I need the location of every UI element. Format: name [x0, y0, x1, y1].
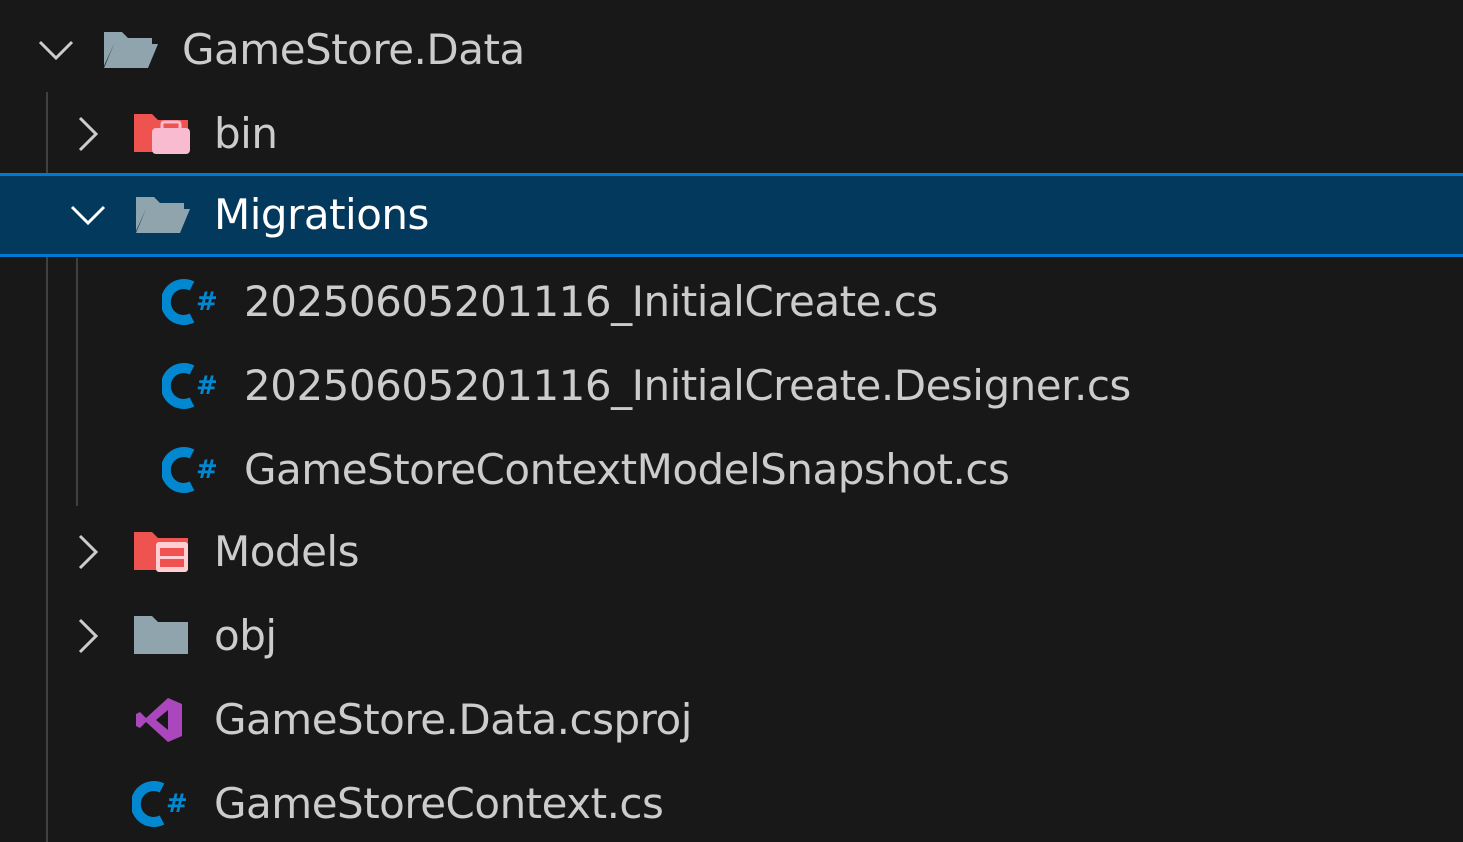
visual-studio-project-icon: [132, 694, 192, 742]
chevron-down-icon[interactable]: [66, 193, 110, 237]
tree-row-bin[interactable]: bin: [0, 92, 1463, 176]
chevron-right-icon[interactable]: [66, 112, 110, 156]
folder-bin-icon: [132, 110, 192, 158]
csharp-file-icon: #: [132, 780, 192, 828]
tree-row-gamestore-data[interactable]: GameStore.Data: [0, 8, 1463, 92]
tree-item-label: obj: [214, 611, 277, 660]
tree-row-models[interactable]: Models: [0, 510, 1463, 594]
tree-item-label: GameStoreContextModelSnapshot.cs: [244, 445, 1010, 494]
folder-open-icon: [100, 26, 160, 74]
tree-item-label: GameStore.Data.csproj: [214, 695, 692, 744]
tree-item-label: 20250605201116_InitialCreate.cs: [244, 277, 938, 326]
tree-item-label: GameStore.Data: [182, 25, 525, 74]
tree-row-obj[interactable]: obj: [0, 594, 1463, 678]
tree-row-initialcreate-designer-cs[interactable]: # 20250605201116_InitialCreate.Designer.…: [0, 344, 1463, 428]
svg-text:#: #: [166, 789, 188, 819]
tree-item-label: Migrations: [214, 190, 429, 239]
tree-row-gamestorecontext-cs[interactable]: # GameStoreContext.cs: [0, 762, 1463, 842]
tree-row-modelsnapshot-cs[interactable]: # GameStoreContextModelSnapshot.cs: [0, 428, 1463, 512]
svg-text:#: #: [196, 371, 218, 401]
tree-item-label: GameStoreContext.cs: [214, 779, 664, 828]
csharp-file-icon: #: [162, 446, 222, 494]
chevron-down-icon[interactable]: [34, 28, 78, 72]
chevron-right-icon[interactable]: [66, 530, 110, 574]
tree-item-label: 20250605201116_InitialCreate.Designer.cs: [244, 361, 1131, 410]
folder-models-icon: [132, 528, 192, 576]
tree-item-label: bin: [214, 109, 278, 158]
csharp-file-icon: #: [162, 278, 222, 326]
chevron-right-icon[interactable]: [66, 614, 110, 658]
svg-text:#: #: [196, 287, 218, 317]
tree-row-csproj[interactable]: GameStore.Data.csproj: [0, 678, 1463, 762]
csharp-file-icon: #: [162, 362, 222, 410]
folder-open-icon: [132, 191, 192, 239]
svg-text:#: #: [196, 455, 218, 485]
tree-item-label: Models: [214, 527, 359, 576]
file-explorer-tree: GameStore.Data bin Migrations # 20250605…: [0, 0, 1463, 842]
tree-row-initialcreate-cs[interactable]: # 20250605201116_InitialCreate.cs: [0, 260, 1463, 344]
tree-row-migrations[interactable]: Migrations: [0, 173, 1463, 257]
folder-icon: [132, 612, 192, 660]
